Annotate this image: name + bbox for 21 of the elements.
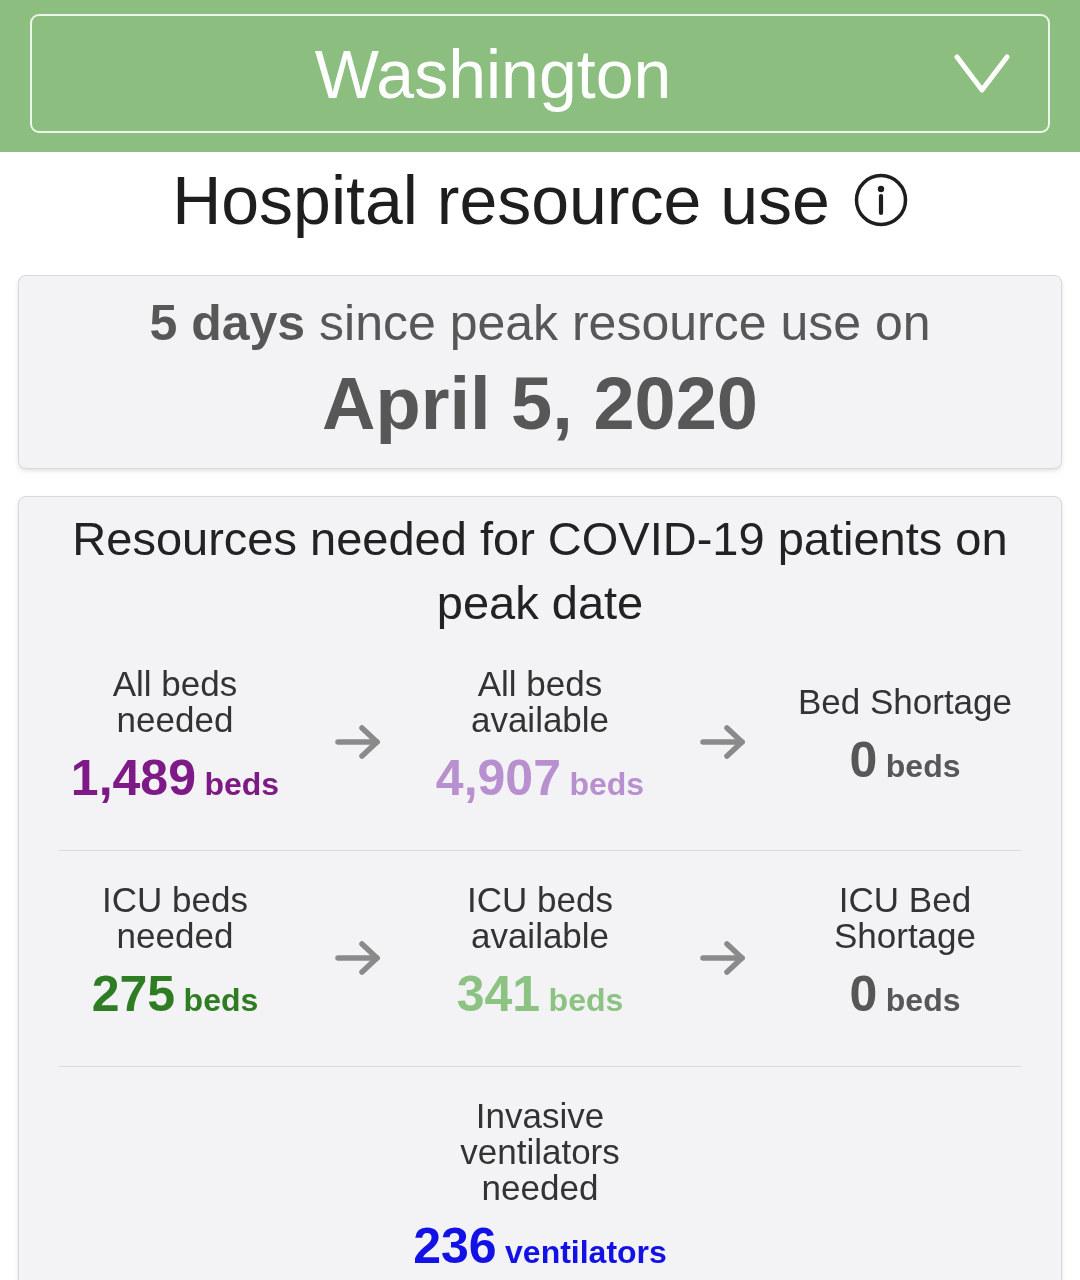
resource-label: ICU beds needed	[101, 882, 249, 954]
resource-label: Bed Shortage	[797, 684, 1013, 720]
resource-count: 1,489 beds	[70, 750, 280, 808]
resource-label: ICU Bed Shortage	[832, 882, 978, 954]
section-title: Hospital resource use	[172, 162, 830, 238]
resource-count: 341 beds	[456, 966, 624, 1024]
resource-label: All beds needed	[111, 666, 239, 738]
resource-count: 4,907 beds	[435, 750, 645, 808]
peak-date: April 5, 2020	[321, 361, 759, 447]
resource-label: All beds available	[469, 666, 611, 738]
state-dropdown[interactable]: Washington	[30, 14, 1050, 133]
resource-count: 275 beds	[91, 966, 259, 1024]
resource-label: Invasive ventilators needed	[459, 1098, 621, 1206]
chevron-down-icon	[954, 52, 1010, 95]
resource-count: 0 beds	[849, 966, 961, 1024]
info-icon[interactable]	[853, 173, 908, 227]
resource-count: 236 ventilators	[413, 1218, 667, 1276]
days-since-peak-text: 5 days since peak resource use on	[148, 294, 932, 352]
resource-label: ICU beds available	[466, 882, 614, 954]
resources-heading: Resources needed for COVID-19 patients on peak date	[71, 511, 1009, 631]
resource-count: 0 beds	[849, 732, 961, 790]
